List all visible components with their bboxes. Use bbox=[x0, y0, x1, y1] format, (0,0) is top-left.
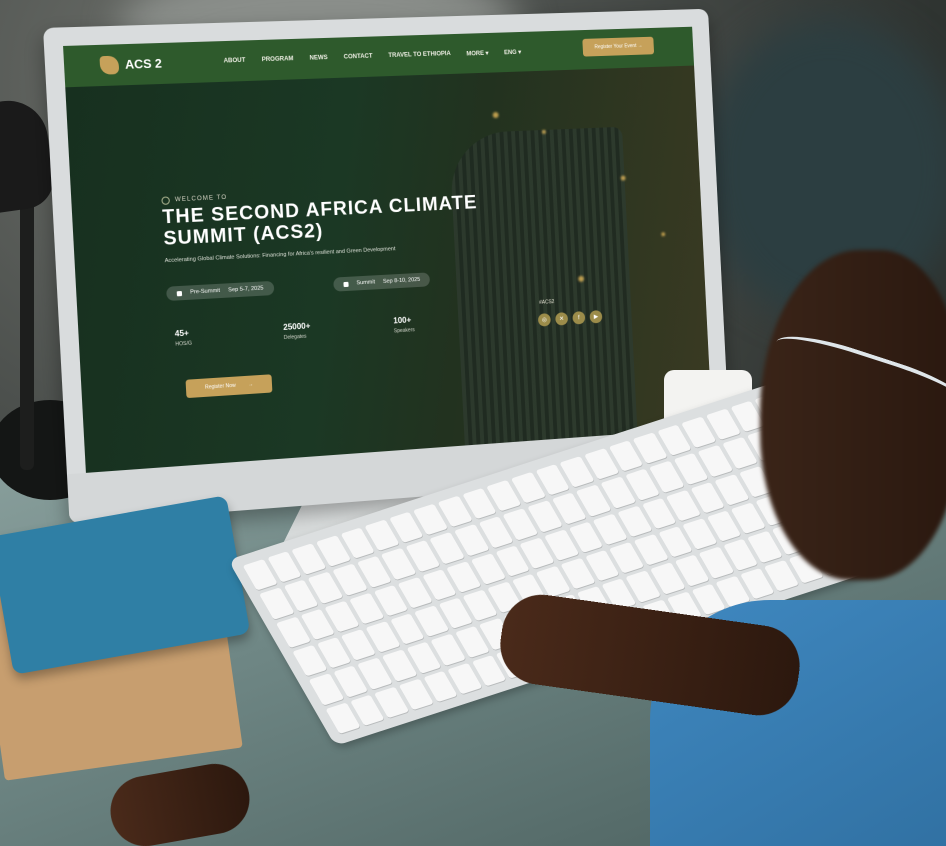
nav-links: ABOUT PROGRAM NEWS CONTACT TRAVEL TO ETH… bbox=[223, 48, 521, 65]
stat-value: 25000+ bbox=[282, 321, 311, 332]
nav-link-travel[interactable]: TRAVEL TO ETHIOPIA bbox=[388, 51, 451, 60]
stat-hosg: 45+ HOS/G bbox=[175, 328, 193, 347]
register-event-button[interactable]: Register Your Event → bbox=[582, 36, 655, 57]
logo-text: ACS 2 bbox=[124, 56, 163, 72]
person-head bbox=[760, 250, 946, 580]
city-light bbox=[661, 232, 666, 237]
nav-link-more[interactable]: MORE ▾ bbox=[466, 49, 488, 57]
africa-logo-icon bbox=[99, 55, 120, 75]
arrow-right-icon: → bbox=[247, 381, 254, 388]
presummit-label: Pre-Summit bbox=[190, 287, 221, 296]
stat-label: Speakers bbox=[393, 327, 415, 335]
nav-link-contact[interactable]: CONTACT bbox=[344, 53, 373, 61]
presummit-date: Sep 5-7, 2025 bbox=[228, 285, 264, 294]
nav-link-program[interactable]: PROGRAM bbox=[262, 56, 294, 64]
register-now-label: Register Now bbox=[204, 382, 236, 391]
summit-date: Sep 8-10, 2025 bbox=[382, 276, 421, 285]
stat-value: 100+ bbox=[393, 315, 412, 326]
stat-label: HOS/G bbox=[175, 340, 193, 348]
calendar-icon bbox=[343, 281, 349, 287]
hero-building-image bbox=[448, 126, 638, 452]
summit-label: Summit bbox=[356, 279, 376, 287]
stat-speakers: 100+ Speakers bbox=[393, 315, 415, 334]
photo-scene: ACS 2 ABOUT PROGRAM NEWS CONTACT TRAVEL … bbox=[0, 0, 946, 846]
city-light bbox=[620, 175, 626, 181]
calendar-icon bbox=[176, 290, 183, 296]
city-light bbox=[492, 111, 499, 119]
language-select[interactable]: ENG ▾ bbox=[504, 48, 521, 55]
stat-value: 45+ bbox=[174, 328, 190, 339]
circle-icon bbox=[161, 196, 171, 205]
nav-link-news[interactable]: NEWS bbox=[309, 55, 327, 63]
hero-background bbox=[65, 65, 713, 473]
site-logo[interactable]: ACS 2 bbox=[99, 54, 163, 75]
nav-link-about[interactable]: ABOUT bbox=[223, 57, 245, 65]
hashtag-label: #ACS2 bbox=[539, 299, 555, 306]
welcome-text: WELCOME TO bbox=[174, 194, 228, 204]
monitor-screen: ACS 2 ABOUT PROGRAM NEWS CONTACT TRAVEL … bbox=[63, 26, 713, 473]
stat-delegates: 25000+ Delegates bbox=[283, 321, 311, 341]
